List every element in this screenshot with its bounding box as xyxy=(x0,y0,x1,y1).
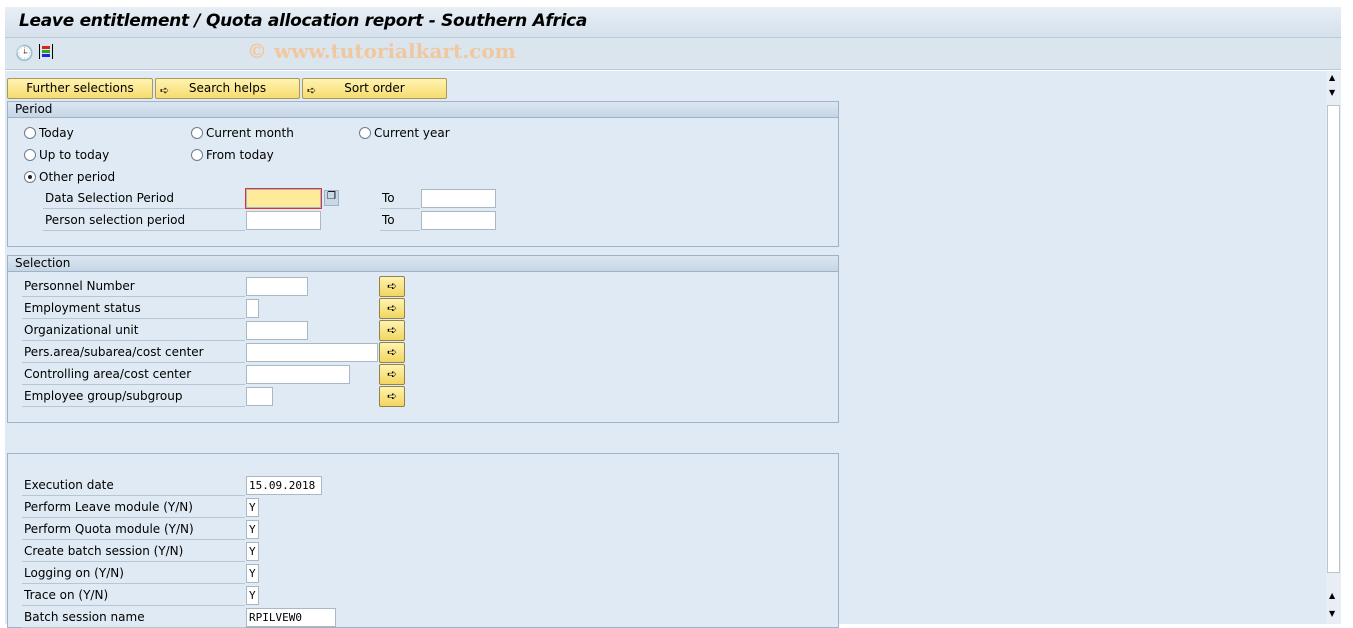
execute-icon[interactable]: 🕒 xyxy=(15,44,34,62)
radio-option[interactable]: Current year xyxy=(359,126,450,140)
field-label: Perform Leave module (Y/N) xyxy=(22,497,245,518)
multiple-selection-button[interactable]: ➪ xyxy=(379,320,405,341)
date-from-input[interactable] xyxy=(246,211,321,230)
scroll-down-icon[interactable]: ▼ xyxy=(1329,609,1335,618)
multiple-selection-button[interactable]: ➪ xyxy=(379,276,405,297)
selection-input[interactable] xyxy=(246,387,273,406)
sort-order-button[interactable]: ➪ Sort order xyxy=(302,78,447,99)
scroll-down-icon[interactable]: ▼ xyxy=(1329,88,1335,97)
radio-button[interactable] xyxy=(24,127,36,139)
field-label: Person selection period xyxy=(43,210,245,231)
search-helps-button[interactable]: ➪ Search helps xyxy=(155,78,300,99)
parameter-input[interactable]: Y xyxy=(246,586,259,605)
button-label: Search helps xyxy=(188,81,267,95)
radio-option[interactable]: Current month xyxy=(191,126,294,140)
parameter-input[interactable]: RPILVEW0 xyxy=(246,608,336,627)
radio-label: Current month xyxy=(206,126,294,140)
parameters-group: Execution date 15.09.2018 Perform Leave m… xyxy=(7,453,839,628)
period-group: Period Today Current month Current year Up … xyxy=(7,101,839,247)
application-toolbar: 🕒 xyxy=(5,38,1341,70)
scroll-up-icon[interactable]: ▲ xyxy=(1329,73,1335,82)
multiple-selection-button[interactable]: ➪ xyxy=(379,298,405,319)
arrow-right-icon: ➪ xyxy=(160,84,170,97)
radio-option[interactable]: Other period xyxy=(24,170,115,184)
radio-option[interactable]: Up to today xyxy=(24,148,109,162)
radio-button[interactable] xyxy=(24,149,36,161)
parameter-input[interactable]: Y xyxy=(246,520,259,539)
group-header: Selection xyxy=(8,256,838,272)
radio-label: From today xyxy=(206,148,274,162)
parameter-input[interactable]: Y xyxy=(246,542,259,561)
to-label: To xyxy=(380,188,420,209)
radio-button[interactable] xyxy=(359,127,371,139)
title-bar: Leave entitlement / Quota allocation rep… xyxy=(5,7,1341,38)
selection-input[interactable] xyxy=(246,343,378,362)
multiple-selection-button[interactable]: ➪ xyxy=(379,342,405,363)
further-selections-button[interactable]: Further selections xyxy=(7,78,153,99)
selection-screen: Further selections ➪ Search helps ➪ Sort o… xyxy=(5,71,1326,628)
parameter-input[interactable]: Y xyxy=(246,498,259,517)
date-to-input[interactable] xyxy=(421,211,496,230)
to-label: To xyxy=(380,210,420,231)
radio-button[interactable] xyxy=(191,127,203,139)
radio-label: Up to today xyxy=(39,148,110,162)
parameter-input[interactable]: 15.09.2018 xyxy=(246,476,322,495)
field-label: Employee group/subgroup xyxy=(22,386,245,407)
multiple-selection-button[interactable]: ➪ xyxy=(379,386,405,407)
field-label: Controlling area/cost center xyxy=(22,364,245,385)
selection-input[interactable] xyxy=(246,277,308,296)
vertical-scrollbar[interactable]: ▲ ▼ ▲ ▼ xyxy=(1326,71,1341,624)
multiple-selection-icon[interactable]: ❐ xyxy=(324,190,339,206)
radio-button[interactable] xyxy=(24,171,36,183)
field-label: Data Selection Period xyxy=(43,188,245,209)
selection-input[interactable] xyxy=(246,299,259,318)
date-to-input[interactable] xyxy=(421,189,496,208)
field-label: Pers.area/subarea/cost center xyxy=(22,342,245,363)
page-title: Leave entitlement / Quota allocation rep… xyxy=(19,11,588,31)
parameter-input[interactable]: Y xyxy=(246,564,259,583)
field-label: Organizational unit xyxy=(22,320,245,341)
field-label: Trace on (Y/N) xyxy=(22,585,245,606)
group-header: Period xyxy=(8,102,838,118)
radio-option[interactable]: Today xyxy=(24,126,74,140)
radio-label: Current year xyxy=(374,126,450,140)
multiple-selection-button[interactable]: ➪ xyxy=(379,364,405,385)
radio-button[interactable] xyxy=(191,149,203,161)
selection-input[interactable] xyxy=(246,365,350,384)
watermark: © www.tutorialkart.com xyxy=(247,39,516,63)
radio-label: Today xyxy=(39,126,74,140)
field-label: Execution date xyxy=(22,475,245,496)
field-label: Create batch session (Y/N) xyxy=(22,541,245,562)
field-label: Batch session name xyxy=(22,607,245,628)
variant-icon[interactable] xyxy=(39,44,53,59)
radio-label: Other period xyxy=(39,170,116,184)
scroll-thumb[interactable] xyxy=(1327,105,1340,573)
button-label: Sort order xyxy=(344,81,405,95)
field-label: Logging on (Y/N) xyxy=(22,563,245,584)
field-label: Personnel Number xyxy=(22,276,245,297)
radio-option[interactable]: From today xyxy=(191,148,274,162)
arrow-right-icon: ➪ xyxy=(307,84,317,97)
button-label: Further selections xyxy=(26,81,134,95)
scroll-up-icon[interactable]: ▲ xyxy=(1329,591,1335,600)
selection-input[interactable] xyxy=(246,321,308,340)
field-label: Employment status xyxy=(22,298,245,319)
field-label: Perform Quota module (Y/N) xyxy=(22,519,245,540)
date-from-input[interactable] xyxy=(245,188,322,209)
selection-group: Selection Personnel Number ➪ Employment s… xyxy=(7,255,839,423)
